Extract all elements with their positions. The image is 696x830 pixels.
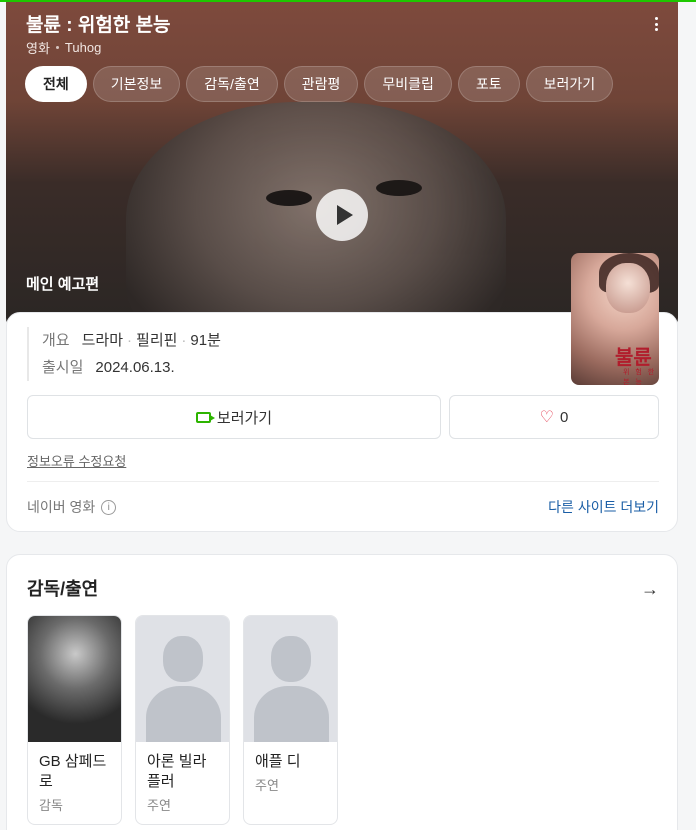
movie-poster[interactable]: 불륜 위 험 한 본 능 — [571, 253, 659, 385]
like-button[interactable]: ♡ 0 — [449, 395, 659, 439]
person-role: 주연 — [255, 778, 279, 793]
divider — [27, 481, 659, 482]
page: 불륜 : 위험한 본능 영화 Tuhog 전체 기본정보 감독/출연 관람평 무… — [0, 0, 696, 830]
watch-button[interactable]: 보러가기 — [27, 395, 441, 439]
trailer-label: 메인 예고편 — [26, 276, 100, 293]
person-photo — [28, 616, 121, 742]
tab-all[interactable]: 전체 — [25, 66, 87, 102]
release-row: 출시일 2024.06.13. — [42, 354, 221, 381]
tab-movie-clips[interactable]: 무비클립 — [364, 66, 452, 102]
tab-watch[interactable]: 보러가기 — [525, 66, 614, 102]
runtime: 91분 — [190, 332, 221, 349]
person-role: 감독 — [39, 798, 63, 813]
overview-row: 개요 드라마 · 필리핀 · 91분 — [42, 327, 221, 354]
cast-item[interactable]: 애플 디 주연 — [243, 615, 338, 825]
tab-bar: 전체 기본정보 감독/출연 관람평 무비클립 포토 보러가기 — [25, 66, 614, 102]
info-icon[interactable]: i — [101, 499, 117, 515]
release-date: 2024.06.13. — [95, 359, 175, 376]
person-name: 아론 빌라플러 — [147, 753, 207, 790]
more-options-icon[interactable] — [648, 14, 664, 34]
person-placeholder-icon — [136, 616, 229, 742]
genre: 드라마 — [81, 332, 124, 349]
tab-cast[interactable]: 감독/출연 — [186, 66, 278, 102]
video-camera-icon — [195, 411, 215, 423]
cast-item[interactable]: 아론 빌라플러 주연 — [135, 615, 230, 825]
heart-icon: ♡ — [539, 409, 554, 426]
source-label: 네이버 영화 i — [27, 497, 117, 517]
movie-subtitle-row: 영화 Tuhog — [26, 38, 101, 57]
cast-card: 감독/출연 → GB 삼페드로 감독 아론 빌라플러 주연 애플 디 주연 — [6, 554, 678, 830]
tab-basic-info[interactable]: 기본정보 — [92, 66, 181, 102]
cast-list: GB 삼페드로 감독 아론 빌라플러 주연 애플 디 주연 — [27, 615, 338, 825]
person-name: 애플 디 — [255, 753, 301, 770]
poster-subtitle: 위 험 한 본 능 — [623, 369, 657, 385]
like-count: 0 — [560, 408, 569, 426]
person-placeholder-icon — [244, 616, 337, 742]
other-sites-link[interactable]: 다른 사이트 더보기 — [548, 497, 659, 517]
tab-photos[interactable]: 포토 — [457, 66, 520, 102]
tab-reviews[interactable]: 관람평 — [283, 66, 359, 102]
arrow-right-icon[interactable]: → — [641, 579, 659, 600]
play-button[interactable] — [316, 189, 368, 241]
release-label: 출시일 — [42, 359, 84, 376]
person-name: GB 삼페드로 — [39, 753, 107, 790]
movie-category: 영화 — [26, 41, 50, 56]
poster-title: 불륜 — [615, 345, 652, 369]
movie-title: 불륜 : 위험한 본능 — [26, 15, 171, 36]
watch-button-label: 보러가기 — [216, 409, 273, 427]
cast-section-title: 감독/출연 — [27, 579, 99, 599]
play-icon — [336, 205, 353, 225]
report-error-link[interactable]: 정보오류 수정요청 — [27, 451, 126, 470]
person-role: 주연 — [147, 798, 171, 813]
cast-item[interactable]: GB 삼페드로 감독 — [27, 615, 122, 825]
movie-original-title: Tuhog — [64, 40, 102, 55]
movie-info-card: 개요 드라마 · 필리핀 · 91분 출시일 2024.06.13. 불륜 위 험 한 … — [6, 253, 678, 532]
overview-label: 개요 — [42, 332, 70, 349]
separator-dot — [55, 46, 59, 49]
info-list: 개요 드라마 · 필리핀 · 91분 출시일 2024.06.13. — [27, 327, 221, 381]
country: 필리핀 — [136, 332, 178, 349]
